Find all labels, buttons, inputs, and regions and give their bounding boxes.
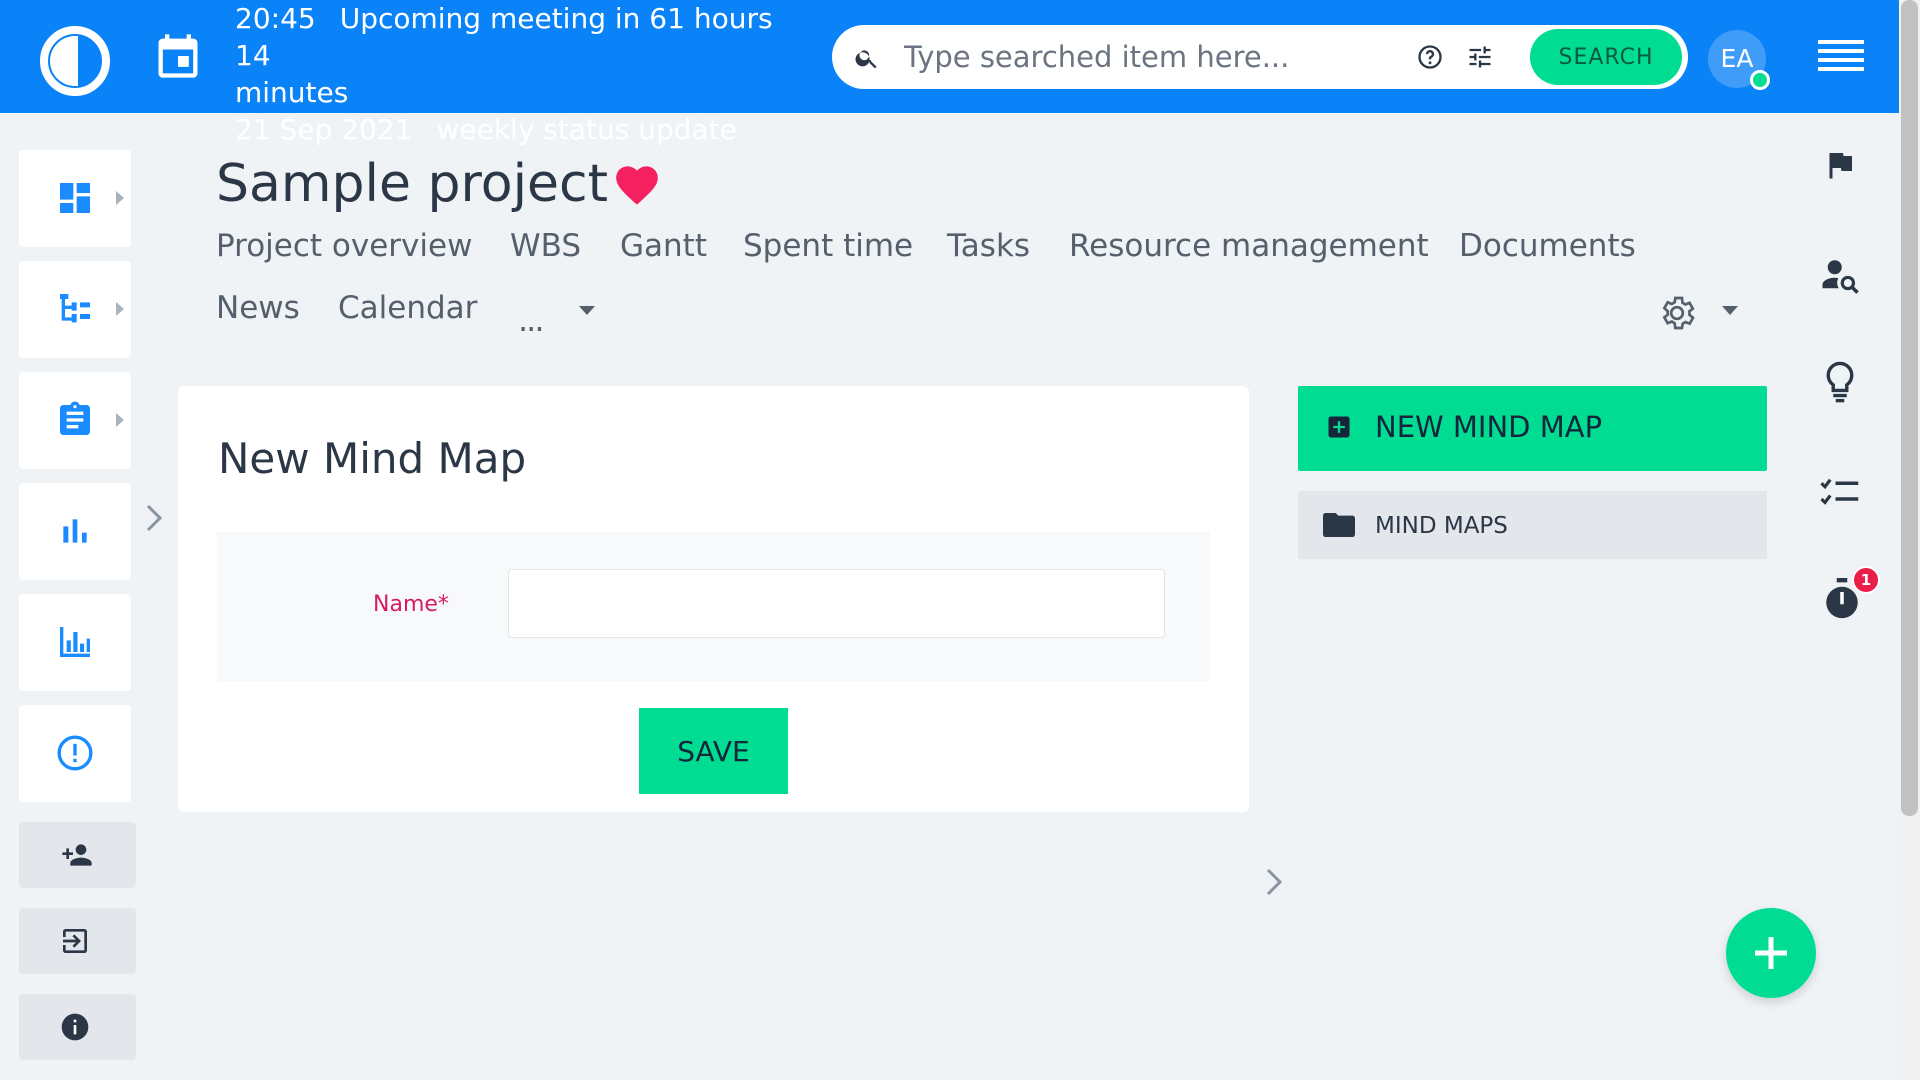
meeting-time: 20:45 xyxy=(235,2,316,35)
sidebar-item-reports[interactable] xyxy=(19,483,131,580)
column-chart-icon xyxy=(55,622,95,662)
flag-icon[interactable] xyxy=(1822,146,1858,184)
search-button[interactable]: SEARCH xyxy=(1530,29,1682,85)
alert-icon xyxy=(55,733,95,773)
tab-project-overview[interactable]: Project overview xyxy=(216,226,472,266)
tab-resource-management[interactable]: Resource management xyxy=(1069,226,1429,266)
sidebar-item-hierarchy[interactable] xyxy=(19,261,131,358)
mind-maps-link[interactable]: MIND MAPS xyxy=(1298,491,1767,559)
more-tabs-button[interactable]: ... xyxy=(518,300,544,340)
online-status-indicator xyxy=(1750,70,1770,90)
caret-down-icon[interactable] xyxy=(579,306,595,316)
dashboard-icon xyxy=(55,178,95,218)
app-logo-icon[interactable] xyxy=(38,24,112,98)
timer-notification-badge: 1 xyxy=(1852,566,1880,594)
tab-news[interactable]: News xyxy=(216,288,300,328)
add-user-icon xyxy=(59,839,95,871)
info-icon xyxy=(59,1011,91,1043)
sidebar-item-dashboard[interactable] xyxy=(19,150,131,247)
tab-calendar[interactable]: Calendar xyxy=(338,288,477,328)
hierarchy-icon xyxy=(55,289,95,329)
new-mind-map-form-card: New Mind Map Name* SAVE xyxy=(178,386,1249,812)
chevron-right-icon xyxy=(115,412,125,428)
page-scrollbar[interactable] xyxy=(1899,0,1920,1080)
form-heading: New Mind Map xyxy=(218,434,527,483)
meeting-title: weekly status update xyxy=(436,113,737,146)
sidebar-item-issues[interactable] xyxy=(19,705,131,802)
sidebar-item-login[interactable] xyxy=(19,908,136,974)
avatar-initials: EA xyxy=(1720,44,1754,73)
add-floating-button[interactable] xyxy=(1726,908,1816,998)
chevron-right-icon xyxy=(115,190,125,206)
sidebar-item-add-user[interactable] xyxy=(19,822,136,888)
chevron-right-icon xyxy=(115,301,125,317)
search-input[interactable] xyxy=(904,35,1424,79)
save-button[interactable]: SAVE xyxy=(639,708,788,794)
mind-maps-label: MIND MAPS xyxy=(1375,513,1508,539)
page-title: Sample project xyxy=(216,154,608,214)
tab-wbs[interactable]: WBS xyxy=(510,226,581,266)
form-fields: Name* xyxy=(217,532,1210,681)
expand-panel-chevron-icon[interactable] xyxy=(1264,866,1286,898)
meeting-countdown-cont: minutes xyxy=(235,76,349,109)
hamburger-menu-icon[interactable] xyxy=(1818,38,1864,74)
expand-sidebar-chevron-icon[interactable] xyxy=(144,502,166,534)
help-icon[interactable] xyxy=(1416,43,1444,71)
heart-icon[interactable] xyxy=(612,160,662,206)
sidebar-item-tasks[interactable] xyxy=(19,372,131,469)
user-search-icon[interactable] xyxy=(1818,255,1862,297)
name-label: Name* xyxy=(373,592,449,617)
upcoming-meeting-notice[interactable]: 20:45 Upcoming meeting in 61 hours 14 min… xyxy=(235,0,815,148)
gear-icon[interactable] xyxy=(1657,293,1697,333)
search-filter-icon[interactable] xyxy=(1466,43,1494,71)
add-box-icon xyxy=(1325,413,1353,441)
login-icon xyxy=(59,925,91,957)
plus-icon xyxy=(1755,937,1787,969)
clipboard-icon xyxy=(55,400,95,440)
new-mind-map-button[interactable]: NEW MIND MAP xyxy=(1298,386,1767,471)
tab-tasks[interactable]: Tasks xyxy=(947,226,1030,266)
lightbulb-icon[interactable] xyxy=(1824,360,1856,404)
tab-spent-time[interactable]: Spent time xyxy=(743,226,913,266)
bar-chart-icon xyxy=(55,511,95,551)
folder-icon xyxy=(1323,511,1355,539)
search-bar: SEARCH xyxy=(832,25,1688,89)
scrollbar-thumb[interactable] xyxy=(1901,0,1918,816)
name-field[interactable] xyxy=(508,569,1165,638)
meeting-date: 21 Sep 2021 xyxy=(235,113,413,146)
sidebar-item-analytics[interactable] xyxy=(19,594,131,691)
calendar-icon[interactable] xyxy=(152,30,204,82)
tab-documents[interactable]: Documents xyxy=(1459,226,1636,266)
sidebar-item-info[interactable] xyxy=(19,994,136,1060)
user-avatar[interactable]: EA xyxy=(1708,30,1770,90)
top-bar: 20:45 Upcoming meeting in 61 hours 14 min… xyxy=(0,0,1899,146)
caret-down-icon[interactable] xyxy=(1722,306,1738,316)
tab-gantt[interactable]: Gantt xyxy=(620,226,707,266)
search-icon xyxy=(854,45,880,71)
new-mind-map-label: NEW MIND MAP xyxy=(1375,410,1603,444)
checklist-icon[interactable] xyxy=(1818,474,1860,510)
